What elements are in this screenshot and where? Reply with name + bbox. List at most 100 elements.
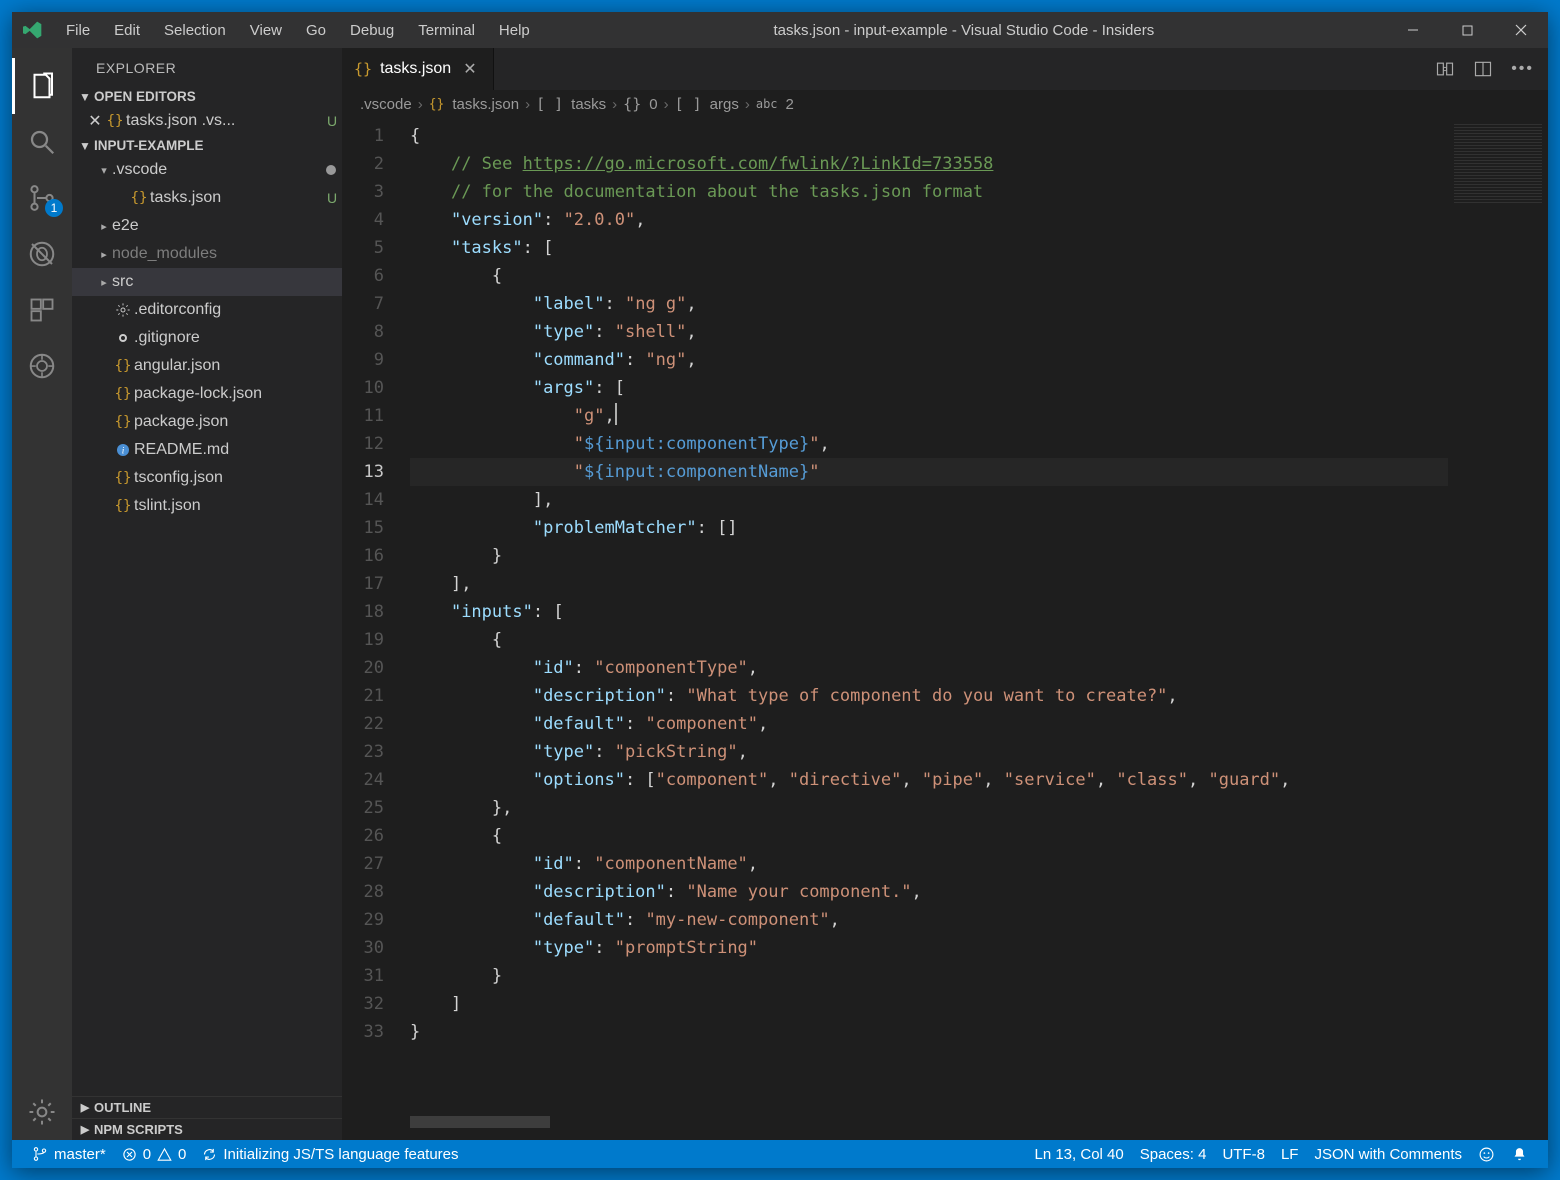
menu-go[interactable]: Go: [294, 16, 338, 45]
file-angular-json[interactable]: {}angular.json: [72, 352, 342, 380]
folder--vscode[interactable]: ▾.vscode: [72, 156, 342, 184]
activity-extensions[interactable]: [12, 282, 72, 338]
folder-src[interactable]: ▸src: [72, 268, 342, 296]
init-label: Initializing JS/TS language features: [223, 1146, 458, 1163]
chevron-down-icon: ▼: [76, 90, 94, 104]
npm-label: NPM SCRIPTS: [94, 1122, 183, 1137]
info-icon: i: [112, 442, 134, 458]
status-encoding[interactable]: UTF-8: [1214, 1146, 1273, 1163]
file-package-lock-json[interactable]: {}package-lock.json: [72, 380, 342, 408]
status-problems[interactable]: 0 0: [114, 1146, 195, 1163]
git-status: U: [322, 190, 342, 206]
project-header[interactable]: ▼ INPUT-EXAMPLE: [72, 135, 342, 156]
tree-item-label: package-lock.json: [134, 385, 342, 403]
menu-terminal[interactable]: Terminal: [406, 16, 487, 45]
minimize-button[interactable]: [1386, 12, 1440, 48]
chevron-down-icon: ▼: [76, 139, 94, 153]
activity-docker[interactable]: [12, 338, 72, 394]
status-init[interactable]: Initializing JS/TS language features: [194, 1146, 466, 1163]
status-eol[interactable]: LF: [1273, 1146, 1307, 1163]
status-language[interactable]: JSON with Comments: [1306, 1146, 1470, 1163]
explorer-sidebar: EXPLORER ▼ OPEN EDITORS ✕ {} tasks.json …: [72, 48, 342, 1140]
json-icon: {}: [112, 498, 134, 514]
outline-header[interactable]: ▶ OUTLINE: [72, 1096, 342, 1118]
tree-item-label: README.md: [134, 441, 342, 459]
menu-edit[interactable]: Edit: [102, 16, 152, 45]
file--editorconfig[interactable]: .editorconfig: [72, 296, 342, 324]
split-editor-icon[interactable]: [1473, 59, 1493, 79]
sync-icon: [202, 1147, 217, 1162]
activity-search[interactable]: [12, 114, 72, 170]
chevron-right-icon: ›: [418, 96, 423, 113]
tree-item-label: angular.json: [134, 357, 342, 375]
svg-text:i: i: [122, 446, 125, 456]
chevron-right-icon: ▸: [96, 248, 112, 261]
tab-close-icon[interactable]: ✕: [459, 57, 480, 81]
window-controls: [1386, 12, 1548, 48]
json-icon: {}: [429, 97, 445, 112]
status-branch[interactable]: master*: [24, 1146, 114, 1163]
maximize-button[interactable]: [1440, 12, 1494, 48]
menu-selection[interactable]: Selection: [152, 16, 238, 45]
file-README-md[interactable]: i README.md: [72, 436, 342, 464]
file-tasks-json[interactable]: {}tasks.jsonU: [72, 184, 342, 212]
object-icon: {}: [623, 95, 641, 113]
close-icon[interactable]: ✕: [86, 111, 104, 131]
error-count: 0: [143, 1146, 151, 1163]
file-tsconfig-json[interactable]: {}tsconfig.json: [72, 464, 342, 492]
editor-body[interactable]: 1234567891011121314151617181920212223242…: [342, 118, 1548, 1140]
crumb-args[interactable]: args: [710, 96, 739, 113]
menu-view[interactable]: View: [238, 16, 294, 45]
compare-icon[interactable]: [1435, 59, 1455, 79]
editor-actions: •••: [1435, 48, 1548, 90]
branch-label: master*: [54, 1146, 106, 1163]
horizontal-scrollbar[interactable]: [410, 1116, 550, 1128]
more-icon[interactable]: •••: [1511, 60, 1534, 78]
crumb-0[interactable]: 0: [649, 96, 657, 113]
menu-debug[interactable]: Debug: [338, 16, 406, 45]
crumb-2[interactable]: 2: [786, 96, 794, 113]
status-cursor[interactable]: Ln 13, Col 40: [1026, 1146, 1131, 1163]
status-spaces[interactable]: Spaces: 4: [1132, 1146, 1215, 1163]
modified-dot-icon: [326, 165, 336, 175]
chevron-right-icon: ▸: [96, 276, 112, 289]
tree-item-label: tsconfig.json: [134, 469, 342, 487]
tree-item-label: .editorconfig: [134, 301, 342, 319]
tab-tasks-json[interactable]: {} tasks.json ✕: [342, 48, 494, 90]
close-button[interactable]: [1494, 12, 1548, 48]
folder-node_modules[interactable]: ▸node_modules: [72, 240, 342, 268]
breadcrumbs[interactable]: .vscode › {} tasks.json › [ ] tasks › {}…: [342, 90, 1548, 118]
json-icon: {}: [112, 358, 134, 374]
crumb-file[interactable]: tasks.json: [452, 96, 519, 113]
code-area[interactable]: { // See https://go.microsoft.com/fwlink…: [402, 118, 1448, 1140]
status-bell[interactable]: [1503, 1146, 1536, 1163]
array-icon: [ ]: [675, 95, 702, 113]
chevron-right-icon: ▶: [76, 1101, 94, 1114]
activity-debug[interactable]: [12, 226, 72, 282]
tree-item-label: e2e: [112, 217, 342, 235]
activity-explorer[interactable]: [12, 58, 72, 114]
tree-item-label: .vscode: [112, 161, 326, 179]
titlebar: File Edit Selection View Go Debug Termin…: [12, 12, 1548, 48]
json-icon: {}: [128, 190, 150, 206]
text-cursor: [615, 403, 617, 425]
git-status: U: [322, 113, 342, 129]
minimap[interactable]: [1448, 118, 1548, 1140]
file-package-json[interactable]: {}package.json: [72, 408, 342, 436]
tree-item-label: package.json: [134, 413, 342, 431]
npm-scripts-header[interactable]: ▶ NPM SCRIPTS: [72, 1118, 342, 1140]
crumb-folder[interactable]: .vscode: [360, 96, 412, 113]
crumb-tasks[interactable]: tasks: [571, 96, 606, 113]
folder-e2e[interactable]: ▸e2e: [72, 212, 342, 240]
menu-file[interactable]: File: [54, 16, 102, 45]
vscode-window: File Edit Selection View Go Debug Termin…: [12, 12, 1548, 1168]
open-editors-header[interactable]: ▼ OPEN EDITORS: [72, 86, 342, 107]
menu-help[interactable]: Help: [487, 16, 542, 45]
activity-scm[interactable]: 1: [12, 170, 72, 226]
tree-item-label: tslint.json: [134, 497, 342, 515]
file--gitignore[interactable]: .gitignore: [72, 324, 342, 352]
file-tslint-json[interactable]: {}tslint.json: [72, 492, 342, 520]
activity-settings[interactable]: [12, 1084, 72, 1140]
status-feedback[interactable]: [1470, 1146, 1503, 1163]
open-editor-item[interactable]: ✕ {} tasks.json .vs... U: [72, 107, 342, 135]
